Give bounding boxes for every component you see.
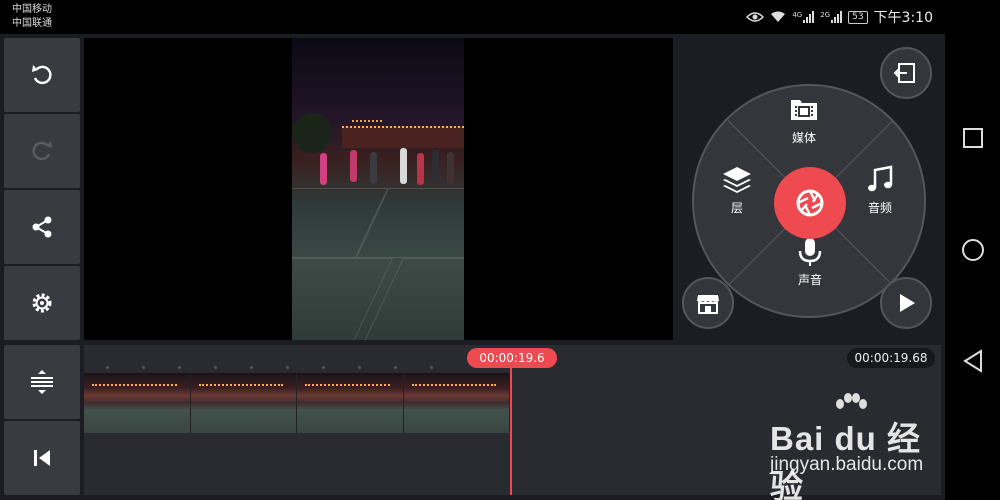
layers-icon (723, 167, 751, 193)
clip-thumbnail (84, 373, 191, 433)
signal-2-icon: 2G (820, 11, 843, 23)
network-1-label: 4G (792, 11, 803, 19)
left-toolbar (4, 38, 80, 340)
music-note-icon (868, 165, 893, 192)
signal-1-icon: 4G (792, 11, 815, 23)
store-icon (697, 295, 719, 314)
voice-label: 声音 (797, 273, 822, 287)
clip-thumbnail (297, 373, 404, 433)
back-button[interactable] (959, 347, 987, 375)
layer-label: 层 (730, 201, 743, 215)
exit-icon (893, 63, 915, 83)
play-icon (900, 294, 915, 312)
square-icon (963, 128, 983, 148)
undo-icon (32, 65, 52, 85)
triangle-back-icon (963, 349, 982, 373)
exit-button[interactable] (880, 47, 932, 99)
video-preview[interactable] (84, 38, 673, 340)
recents-button[interactable] (959, 124, 987, 152)
home-button[interactable] (959, 236, 987, 264)
video-frame (292, 38, 464, 340)
circle-icon (962, 239, 984, 261)
paw-logo-icon (836, 393, 867, 409)
clip-thumbnail (403, 373, 510, 433)
network-2-label: 2G (820, 11, 831, 19)
android-nav-bar (945, 0, 1000, 500)
media-button[interactable]: 媒体 (788, 94, 820, 146)
playhead[interactable] (510, 368, 512, 495)
baidu-watermark: Bai du 经验 jingyan.baidu.com (770, 392, 950, 500)
gear-icon (32, 293, 52, 313)
share-button[interactable] (4, 190, 80, 264)
video-clip[interactable] (84, 373, 510, 433)
total-time-badge: 00:00:19.68 (847, 348, 935, 368)
watermark-url: jingyan.baidu.com (770, 454, 924, 475)
clip-thumbnail (190, 373, 297, 433)
layer-button[interactable]: 层 (721, 164, 753, 216)
carrier-2-label: 中国联通 (12, 18, 52, 29)
undo-button[interactable] (4, 38, 80, 112)
share-icon (32, 216, 52, 238)
audio-label: 音频 (867, 201, 892, 215)
skip-to-start-icon (34, 450, 50, 466)
audio-button[interactable]: 音频 (864, 164, 896, 216)
eye-comfort-icon (746, 11, 765, 23)
current-time-badge: 00:00:19.6 (467, 348, 557, 368)
play-button[interactable] (880, 277, 932, 329)
clock: 下午3:10 (873, 10, 933, 26)
voice-button[interactable]: 声音 (794, 236, 826, 288)
camera-shutter-icon (796, 189, 824, 217)
wifi-icon (770, 11, 786, 23)
record-button[interactable] (774, 167, 846, 239)
timeline-tools (4, 345, 80, 495)
expand-tracks-button[interactable] (4, 345, 80, 419)
redo-button[interactable] (4, 114, 80, 188)
status-bar: 中国移动 中国联通 4G 2G 53 下午3:10 (0, 0, 945, 34)
carrier-1-label: 中国移动 (12, 4, 52, 15)
expand-tracks-icon (31, 370, 53, 394)
microphone-icon (798, 238, 822, 266)
media-label: 媒体 (791, 131, 816, 145)
redo-icon (32, 141, 52, 161)
asset-store-button[interactable] (682, 277, 734, 329)
jump-to-start-button[interactable] (4, 421, 80, 495)
film-icon (791, 100, 817, 120)
settings-button[interactable] (4, 266, 80, 340)
battery-indicator: 53 (848, 10, 868, 24)
